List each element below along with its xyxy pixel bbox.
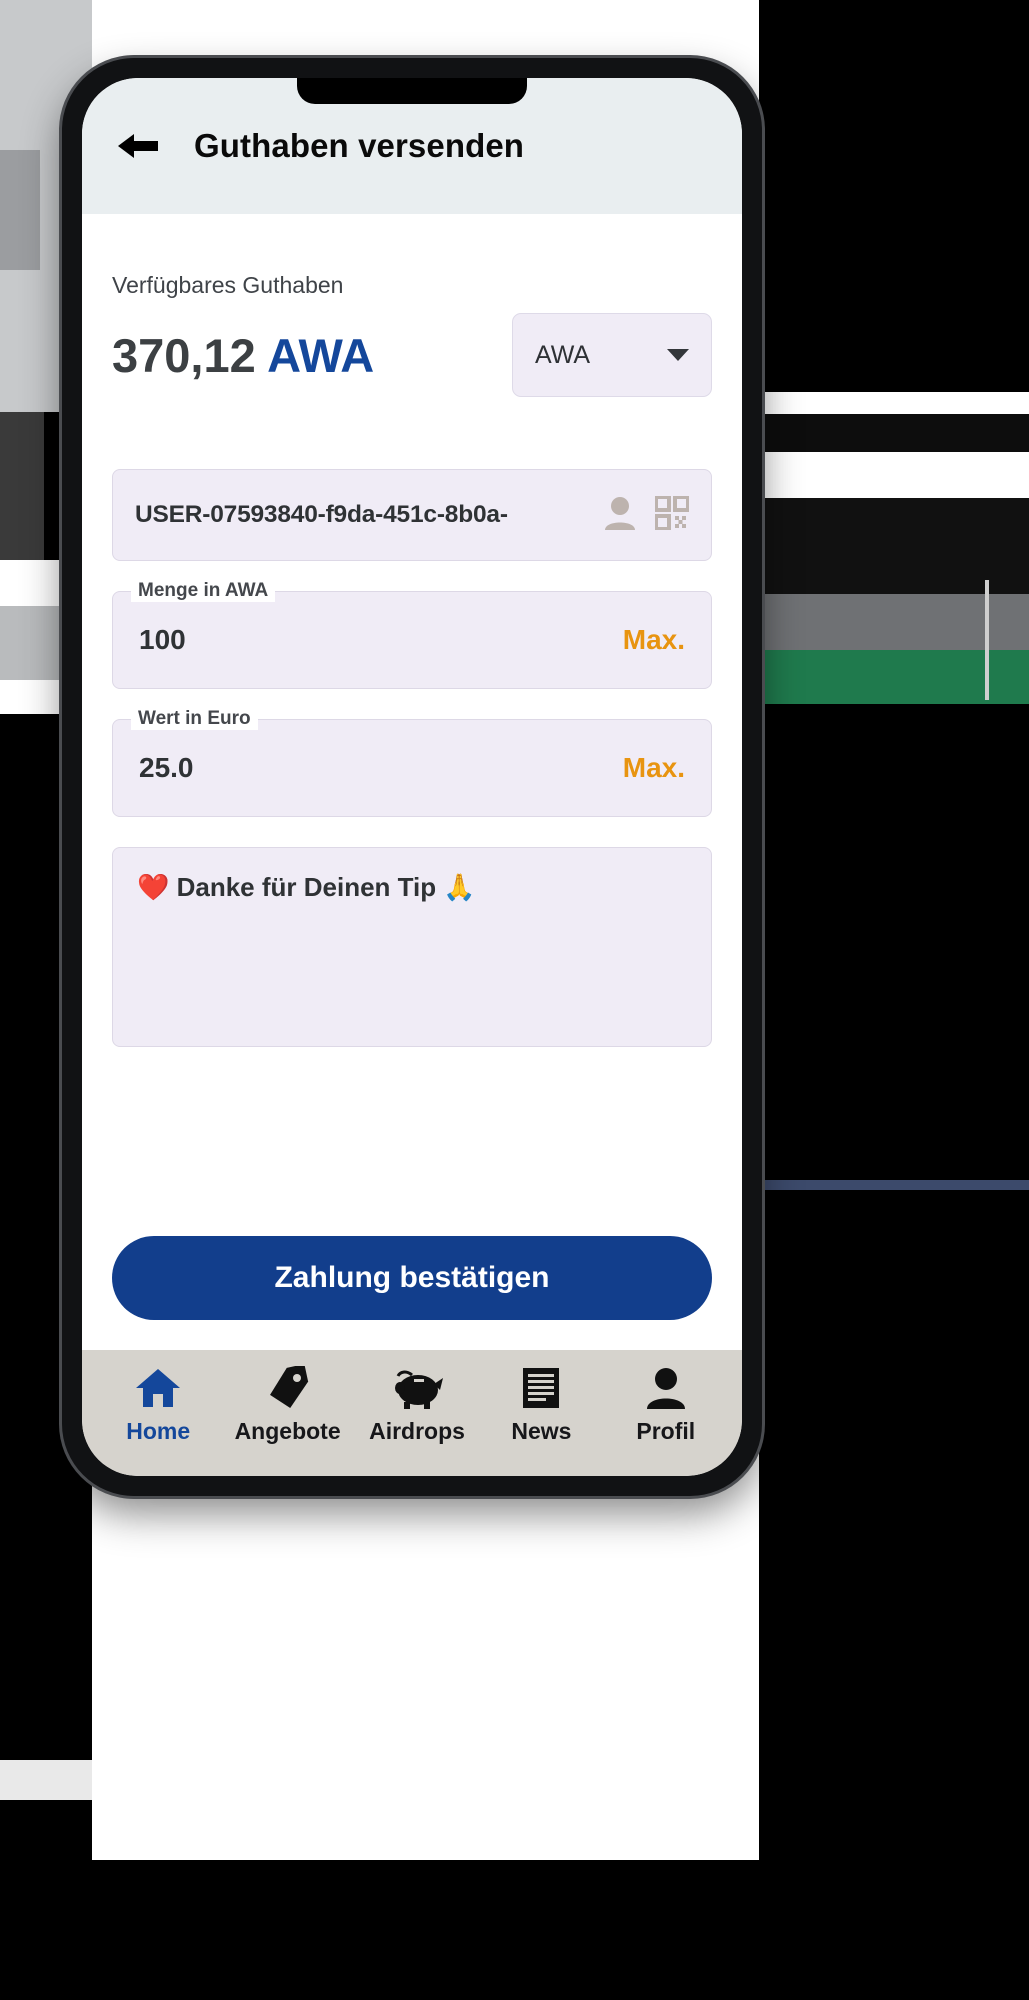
nav-label-profil: Profil xyxy=(636,1417,696,1444)
recipient-address-field[interactable]: USER-07593840-f9da-451c-8b0a- xyxy=(112,469,712,561)
tag-icon xyxy=(264,1364,312,1410)
nav-label-airdrops: Airdrops xyxy=(369,1417,465,1444)
news-icon xyxy=(519,1364,563,1410)
backdrop-right-black-d xyxy=(759,704,1029,2000)
backdrop-left-grey-strip xyxy=(0,150,40,270)
back-button[interactable] xyxy=(112,126,164,166)
person-icon xyxy=(603,495,637,536)
backdrop-right-white-a xyxy=(759,392,1029,414)
value-euro-legend: Wert in Euro xyxy=(131,708,258,730)
qr-code-icon xyxy=(654,494,690,535)
nav-label-home: Home xyxy=(126,1417,191,1444)
person-icon xyxy=(644,1364,688,1410)
nav-item-angebote[interactable]: Angebote xyxy=(235,1364,341,1445)
nav-label-angebote: Angebote xyxy=(234,1417,341,1444)
confirm-button-wrapper: Zahlung bestätigen xyxy=(112,1236,712,1350)
nav-item-home[interactable]: Home xyxy=(110,1364,206,1445)
note-textarea[interactable]: ❤️ Danke für Deinen Tip 🙏 xyxy=(112,847,712,1047)
backdrop-left-dark xyxy=(0,412,44,572)
nav-item-airdrops[interactable]: Airdrops xyxy=(369,1364,465,1445)
phone-bezel: Guthaben versenden Verfügbares Guthaben … xyxy=(82,78,742,1476)
piggy-bank-icon xyxy=(390,1364,444,1410)
qr-scan-button[interactable] xyxy=(654,494,690,535)
balance-amount-unit: AWA xyxy=(267,328,375,382)
amount-awa-max-button[interactable]: Max. xyxy=(623,624,685,656)
nav-label-news: News xyxy=(511,1417,572,1444)
balance-amount: 370,12 AWA xyxy=(112,328,374,383)
balance-row: 370,12 AWA AWA xyxy=(112,313,712,397)
backdrop-right-white-b xyxy=(759,452,1029,498)
backdrop-right-line xyxy=(985,580,989,700)
value-euro-field[interactable]: Wert in Euro 25.0 Max. xyxy=(112,708,712,817)
amount-awa-field[interactable]: Menge in AWA 100 Max. xyxy=(112,580,712,689)
nav-item-profil[interactable]: Profil xyxy=(618,1364,714,1445)
backdrop-right-black-b xyxy=(759,414,1029,452)
page-title: Guthaben versenden xyxy=(194,127,525,164)
home-icon xyxy=(134,1364,182,1410)
currency-selector-value: AWA xyxy=(535,340,591,369)
amount-awa-legend: Menge in AWA xyxy=(131,580,276,602)
recipient-address-value: USER-07593840-f9da-451c-8b0a- xyxy=(135,501,508,528)
backdrop-bottom-white xyxy=(0,1760,92,1800)
backdrop-right-black-a xyxy=(759,0,1029,392)
phone-notch xyxy=(297,78,527,104)
value-euro-value: 25.0 xyxy=(139,752,194,783)
bottom-navigation: Home Angebote Airdrops News Profil xyxy=(82,1350,742,1476)
note-value: ❤️ Danke für Deinen Tip 🙏 xyxy=(137,872,476,902)
currency-selector[interactable]: AWA xyxy=(512,313,712,397)
value-euro-max-button[interactable]: Max. xyxy=(623,752,685,784)
confirm-payment-button[interactable]: Zahlung bestätigen xyxy=(112,1236,712,1320)
app-screen: Guthaben versenden Verfügbares Guthaben … xyxy=(82,78,742,1476)
arrow-left-icon xyxy=(115,129,161,163)
backdrop-right-blue-line xyxy=(759,1180,1029,1190)
backdrop-bottom-band xyxy=(0,1860,1029,2000)
nav-item-news[interactable]: News xyxy=(493,1364,589,1445)
main-content: Verfügbares Guthaben 370,12 AWA AWA USER… xyxy=(82,214,742,1350)
phone-device-frame: Guthaben versenden Verfügbares Guthaben … xyxy=(62,58,762,1496)
contact-picker-button[interactable] xyxy=(603,495,637,536)
available-balance-label: Verfügbares Guthaben xyxy=(112,272,344,298)
chevron-down-icon xyxy=(667,349,689,361)
balance-amount-value: 370,12 xyxy=(112,328,256,382)
amount-awa-value: 100 xyxy=(139,624,186,655)
